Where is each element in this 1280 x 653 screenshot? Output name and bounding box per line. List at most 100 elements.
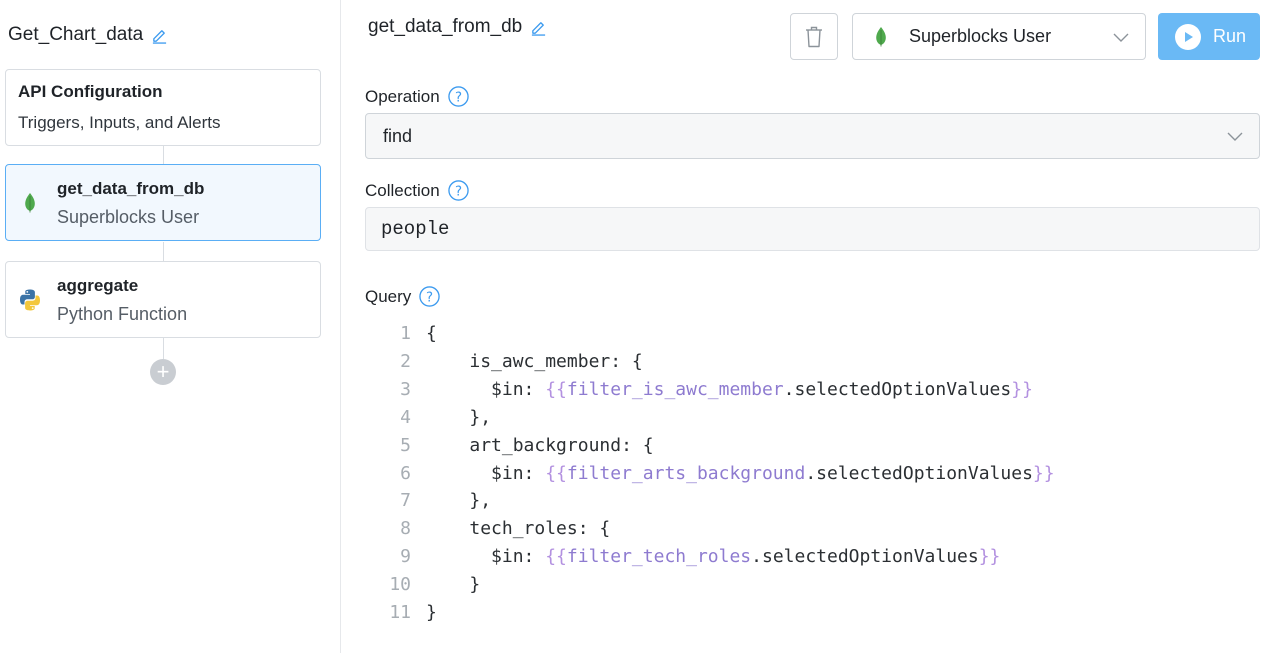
step-connector <box>163 242 164 261</box>
binding-open-brace: {{ <box>545 379 567 400</box>
svg-text:?: ? <box>426 290 433 305</box>
line-number: 7 <box>400 490 411 511</box>
query-code-editor[interactable]: 1{2 is_awc_member: {3 $in: {{filter_is_a… <box>365 320 1260 636</box>
trash-icon <box>806 26 822 47</box>
line-number: 9 <box>400 546 411 567</box>
code-text: art_background: { <box>426 432 654 460</box>
line-number: 4 <box>400 407 411 428</box>
operation-label: Operation <box>365 86 440 106</box>
api-sidebar: Get_Chart_data API Configuration Trigger… <box>0 0 341 653</box>
api-title-row: Get_Chart_data <box>8 24 168 46</box>
operation-select[interactable]: find <box>365 113 1260 159</box>
svg-text:?: ? <box>455 184 462 199</box>
step-name: get_data_from_db <box>57 179 205 198</box>
step-connector <box>163 146 164 164</box>
mongodb-leaf-icon <box>18 191 42 215</box>
code-text: }, <box>426 487 491 515</box>
code-text: $in: {{filter_arts_background.selectedOp… <box>426 460 1055 488</box>
binding-close-brace: }} <box>978 546 1001 567</box>
integration-select[interactable]: Superblocks User <box>852 13 1146 60</box>
binding-property: .selectedOptionValues <box>805 463 1033 484</box>
code-token: $in: <box>491 546 546 567</box>
line-number: 11 <box>389 602 411 623</box>
code-token: $in: <box>491 463 546 484</box>
code-token: is_awc_member: { <box>469 351 643 372</box>
play-icon <box>1175 23 1201 50</box>
code-token: tech_roles: { <box>469 518 611 539</box>
binding-identifier: filter_tech_roles <box>566 546 752 567</box>
line-number: 1 <box>400 323 411 344</box>
binding-identifier: filter_arts_background <box>566 463 806 484</box>
config-card-title: API Configuration <box>18 82 163 101</box>
step-connector <box>163 338 164 359</box>
help-icon[interactable]: ? <box>419 286 441 307</box>
collection-input[interactable] <box>365 207 1260 251</box>
operation-select-value: find <box>383 125 413 146</box>
code-text: $in: {{filter_tech_roles.selectedOptionV… <box>426 543 1000 571</box>
code-token: { <box>426 323 437 344</box>
step-card-aggregate[interactable]: aggregate Python Function <box>5 261 321 338</box>
code-token: }, <box>469 490 492 511</box>
help-icon[interactable]: ? <box>447 86 469 107</box>
config-card-subtitle: Triggers, Inputs, and Alerts <box>18 113 221 132</box>
edit-pencil-icon[interactable] <box>530 19 547 36</box>
step-integration: Python Function <box>57 304 188 324</box>
mongodb-leaf-icon <box>875 26 889 48</box>
step-card-get-data-from-db[interactable]: get_data_from_db Superblocks User <box>5 164 321 241</box>
code-text: tech_roles: { <box>426 515 610 543</box>
svg-text:?: ? <box>455 90 462 105</box>
code-token: $in: <box>491 379 546 400</box>
collection-label-row: Collection ? <box>365 180 469 201</box>
edit-pencil-icon[interactable] <box>151 27 168 44</box>
binding-property: .selectedOptionValues <box>783 379 1012 400</box>
code-token: } <box>469 574 481 595</box>
line-number: 2 <box>400 351 411 372</box>
delete-step-button[interactable] <box>790 13 838 60</box>
code-text: }, <box>426 404 491 432</box>
step-editor: get_data_from_db Superblocks User Run Op… <box>341 0 1280 653</box>
code-text: is_awc_member: { <box>426 348 643 376</box>
line-number: 10 <box>389 574 411 595</box>
chevron-down-icon <box>1227 132 1243 141</box>
code-token: }, <box>469 407 492 428</box>
code-text: } <box>426 599 437 627</box>
line-number: 5 <box>400 435 411 456</box>
code-token: art_background: { <box>469 435 654 456</box>
api-configuration-card[interactable]: API Configuration Triggers, Inputs, and … <box>5 69 321 146</box>
binding-open-brace: {{ <box>545 463 567 484</box>
line-number: 8 <box>400 518 411 539</box>
step-title-row: get_data_from_db <box>368 16 547 38</box>
line-number: 3 <box>400 379 411 400</box>
chevron-down-icon <box>1113 33 1129 42</box>
collection-label: Collection <box>365 180 440 200</box>
binding-open-brace: {{ <box>545 546 567 567</box>
operation-label-row: Operation ? <box>365 86 469 107</box>
binding-property: .selectedOptionValues <box>751 546 979 567</box>
plus-icon: + <box>156 359 170 384</box>
add-step-button[interactable]: + <box>150 359 176 385</box>
integration-select-value: Superblocks User <box>909 26 1052 46</box>
line-number: 6 <box>400 463 411 484</box>
binding-close-brace: }} <box>1011 379 1033 400</box>
code-text: $in: {{filter_is_awc_member.selectedOpti… <box>426 376 1033 404</box>
help-icon[interactable]: ? <box>447 180 469 201</box>
query-label: Query <box>365 286 412 306</box>
code-text: } <box>426 571 480 599</box>
binding-identifier: filter_is_awc_member <box>566 379 784 400</box>
code-token: } <box>426 602 437 623</box>
step-title[interactable]: get_data_from_db <box>368 16 522 38</box>
step-integration: Superblocks User <box>57 207 200 227</box>
api-name[interactable]: Get_Chart_data <box>8 24 143 46</box>
run-button[interactable]: Run <box>1158 13 1260 60</box>
code-text: { <box>426 320 437 348</box>
step-name: aggregate <box>57 276 139 295</box>
